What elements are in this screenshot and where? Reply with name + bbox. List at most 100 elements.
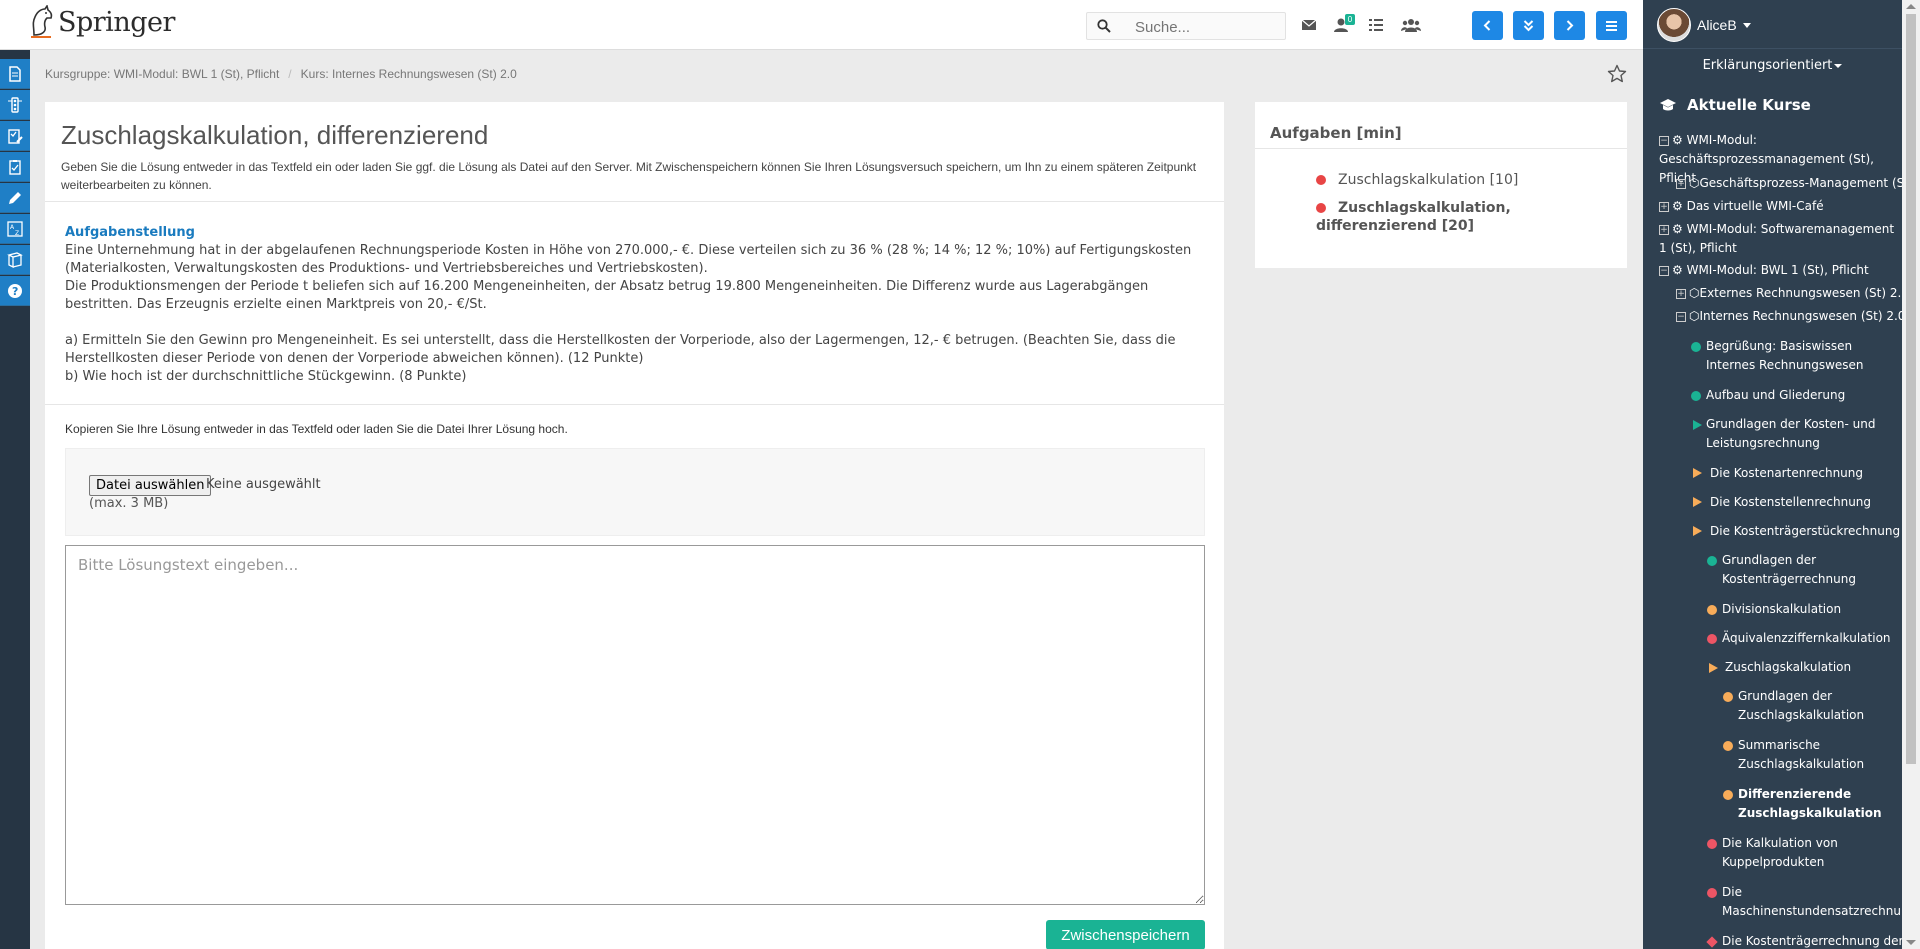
tree-item-chapter[interactable]: Grundlagen der Kosten- und Leistungsrech…	[1706, 415, 1896, 453]
tree-item-chapter[interactable]: Aufbau und Gliederung	[1706, 386, 1845, 405]
az-index-button[interactable]: AZ	[0, 214, 30, 244]
status-diamond-icon	[1706, 936, 1718, 948]
tasks-panel: Aufgaben [min] Zuschlagskalkulation [10]…	[1255, 102, 1627, 268]
notifications[interactable]: 0	[1333, 14, 1357, 36]
logo-wordmark: Springer	[58, 6, 175, 38]
springer-logo[interactable]: Springer	[28, 5, 175, 39]
pencil-button[interactable]	[0, 183, 30, 213]
left-tool-bar: AZ ?	[0, 50, 30, 949]
status-dot-icon	[1723, 741, 1733, 751]
tree-item-chapter[interactable]: Begrüßung: Basiswissen Internes Rechnung…	[1706, 337, 1896, 375]
scrollbar-thumb[interactable]	[1906, 14, 1916, 764]
copy-hint: Kopieren Sie Ihre Lösung entweder in das…	[65, 422, 568, 436]
tree-item-section[interactable]: Äquivalenzziffernkalkulation	[1722, 629, 1891, 648]
collapse-toggle-icon[interactable]: −	[1659, 265, 1669, 276]
caret-down-icon	[1834, 63, 1843, 68]
tree-item-label: WMI-Modul: Softwaremanagement 1 (St), Pf…	[1659, 222, 1895, 255]
choose-file-button[interactable]: Datei auswählen	[89, 475, 212, 496]
traffic-light-button[interactable]	[0, 90, 30, 120]
collapse-toggle-icon[interactable]: −	[1659, 135, 1669, 146]
status-triangle-icon	[1709, 663, 1718, 673]
task-item-active[interactable]: Zuschlagskalkulation, differenzierend [2…	[1316, 199, 1546, 235]
status-dot-icon	[1707, 634, 1717, 644]
tree-item-section[interactable]: Die Kalkulation von Kuppelprodukten	[1722, 834, 1892, 872]
document-icon	[9, 66, 21, 82]
edit-checklist-button[interactable]	[0, 121, 30, 151]
file-upload-area: Datei auswählen Keine ausgewählt (max. 3…	[65, 448, 1205, 536]
top-navbar: Springer 0	[0, 0, 1643, 50]
status-triangle-icon	[1693, 526, 1702, 536]
next-button[interactable]	[1554, 11, 1585, 40]
checklist-edit-icon	[8, 129, 23, 144]
cube-icon: ⬡	[1689, 176, 1700, 190]
tree-item-module[interactable]: + ⚙ WMI-Modul: Softwaremanagement 1 (St),…	[1659, 220, 1899, 258]
previous-button[interactable]	[1472, 11, 1503, 40]
breadcrumb-course-group[interactable]: Kursgruppe: WMI-Modul: BWL 1 (St), Pflic…	[45, 67, 279, 81]
document-button[interactable]	[0, 59, 30, 89]
divider	[1255, 148, 1627, 149]
search-icon[interactable]	[1097, 19, 1111, 33]
user-menu[interactable]: AliceB	[1657, 8, 1751, 42]
book-button[interactable]	[0, 245, 30, 275]
current-courses-title: Aktuelle Kurse	[1687, 96, 1811, 114]
expand-toggle-icon[interactable]: +	[1676, 178, 1686, 189]
az-index-icon: AZ	[7, 221, 23, 237]
tree-item-course[interactable]: + ⬡Externes Rechnungswesen (St) 2.0	[1676, 284, 1902, 303]
breadcrumb-course[interactable]: Kurs: Internes Rechnungswesen (St) 2.0	[301, 67, 517, 81]
help-button[interactable]: ?	[0, 276, 30, 306]
tree-item-module[interactable]: − ⚙ WMI-Modul: BWL 1 (St), Pflicht	[1659, 261, 1869, 280]
tree-item-section[interactable]: Die Maschinenstundensatzrechnung	[1722, 883, 1902, 921]
cube-icon: ⬡	[1689, 309, 1700, 323]
task-status-dot	[1316, 175, 1326, 185]
search-input[interactable]	[1135, 17, 1280, 37]
tree-item-module[interactable]: + ⚙ Das virtuelle WMI-Café	[1659, 197, 1824, 216]
tree-item-section[interactable]: Die Kostenträgerrechnung der	[1722, 932, 1902, 949]
mode-label: Erklärungsorientiert	[1702, 58, 1833, 73]
cube-icon: ⬡	[1689, 286, 1700, 300]
scroll-up-arrow-icon[interactable]	[1906, 4, 1916, 9]
envelope-icon[interactable]	[1300, 16, 1318, 34]
svg-text:?: ?	[12, 285, 18, 298]
right-sidebar: AliceB Erklärungsorientiert Aktuelle Kur…	[1643, 0, 1902, 949]
expand-down-button[interactable]	[1513, 11, 1544, 40]
pencil-icon	[9, 192, 21, 204]
notification-badge: 0	[1345, 14, 1355, 25]
tree-item-section[interactable]: Divisionskalkulation	[1722, 600, 1841, 619]
cubes-icon: ⚙	[1672, 199, 1687, 213]
save-draft-button[interactable]: Zwischenspeichern	[1046, 920, 1205, 949]
file-status: Keine ausgewählt	[206, 477, 321, 492]
tree-item-chapter[interactable]: Die Kostenträgerstückrechnung	[1710, 522, 1900, 541]
tree-item-section[interactable]: Grundlagen der Kostenträgerrechnung	[1722, 551, 1897, 589]
tree-item-course-active[interactable]: − ⬡Internes Rechnungswesen (St) 2.0	[1676, 307, 1902, 326]
help-icon: ?	[8, 284, 22, 298]
chevron-right-icon	[1566, 20, 1574, 31]
tree-item-subsection[interactable]: Grundlagen der Zuschlagskalkulation	[1738, 687, 1898, 725]
favorite-star-icon[interactable]	[1607, 64, 1627, 84]
cubes-icon: ⚙	[1672, 133, 1687, 147]
group-icon[interactable]	[1401, 16, 1421, 34]
menu-button[interactable]	[1596, 11, 1627, 40]
task-item[interactable]: Zuschlagskalkulation [10]	[1338, 171, 1518, 189]
status-triangle-icon	[1693, 497, 1702, 507]
task-paragraph-1: Eine Unternehmung hat in der abgelaufene…	[65, 243, 1192, 276]
expand-toggle-icon[interactable]: +	[1659, 201, 1669, 212]
tree-item-subsection[interactable]: Summarische Zuschlagskalkulation	[1738, 736, 1898, 774]
cubes-icon: ⚙	[1672, 222, 1687, 236]
clipboard-button[interactable]	[0, 152, 30, 182]
hamburger-icon	[1606, 21, 1617, 31]
mode-selector[interactable]: Erklärungsorientiert	[1643, 58, 1902, 73]
tree-item-section[interactable]: Zuschlagskalkulation	[1725, 658, 1851, 677]
tree-item-chapter[interactable]: Die Kostenartenrechnung	[1710, 464, 1863, 483]
divider	[45, 201, 1224, 202]
list-indent-icon[interactable]	[1367, 16, 1385, 34]
tree-item-course[interactable]: +⬡Geschäftsprozess-Management (St) 2.0	[1676, 174, 1902, 193]
solution-textarea[interactable]	[65, 545, 1205, 905]
tree-item-label: Geschäftsprozess-Management (St) 2.0	[1699, 176, 1902, 190]
scroll-down-arrow-icon[interactable]	[1906, 940, 1916, 945]
expand-toggle-icon[interactable]: +	[1676, 288, 1686, 299]
tree-item-chapter[interactable]: Die Kostenstellenrechnung	[1710, 493, 1871, 512]
search-box	[1086, 12, 1286, 40]
collapse-toggle-icon[interactable]: −	[1676, 311, 1686, 322]
expand-toggle-icon[interactable]: +	[1659, 224, 1669, 235]
tree-item-subsection-active[interactable]: Differenzierende Zuschlagskalkulation	[1738, 785, 1898, 823]
